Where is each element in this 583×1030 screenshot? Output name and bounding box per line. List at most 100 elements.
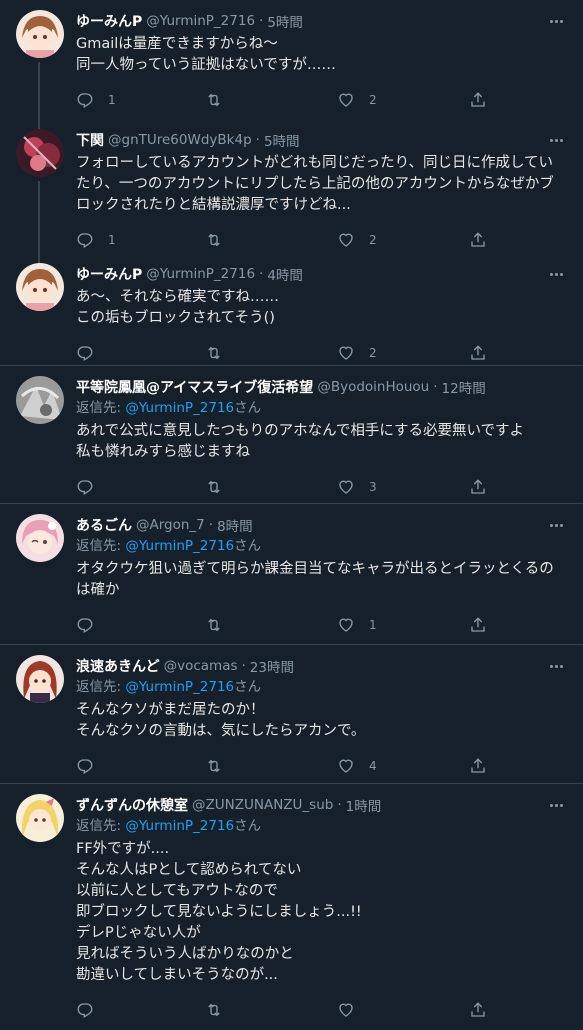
reply-button[interactable] (76, 616, 108, 634)
avatar[interactable] (16, 263, 64, 311)
avatar[interactable] (16, 129, 64, 177)
tweet-text: Gmailは量産できますからね〜 同一人物っていう証拠はないですが…… (76, 34, 567, 76)
separator-dot: · (433, 379, 438, 395)
avatar[interactable] (16, 794, 64, 842)
share-button[interactable] (469, 757, 487, 775)
like-button[interactable] (337, 1001, 369, 1019)
mention-link[interactable]: @YurminP_2716 (125, 538, 234, 554)
tweet[interactable]: ゆーみんP @YurminP_2716 · 5時間 Gmailは量産できますから… (0, 0, 583, 131)
avatar[interactable] (16, 514, 64, 562)
share-icon (471, 92, 485, 107)
retweet-button[interactable] (205, 91, 237, 109)
replying-label: 返信先: (76, 400, 122, 416)
user-handle[interactable]: @ZUNZUNANZU_sub (192, 797, 333, 813)
reply-button[interactable] (76, 1001, 108, 1019)
reply-button[interactable] (76, 344, 108, 362)
like-button[interactable]: 2 (337, 344, 377, 362)
share-button[interactable] (469, 344, 487, 362)
tweet-text: オタクウケ狙い過ぎて明らか課金目当てなキャラが出るとイラッとくるの は確か (76, 559, 567, 601)
like-button[interactable]: 2 (337, 91, 377, 109)
display-name[interactable]: 下関 (76, 130, 104, 150)
timestamp[interactable]: 5時間 (267, 11, 303, 31)
retweet-button[interactable] (205, 344, 237, 362)
share-button[interactable] (469, 616, 487, 634)
display-name[interactable]: 平等院鳳凰@アイマスライブ復活希望 (76, 377, 313, 397)
retweet-button[interactable] (205, 757, 237, 775)
reply-button[interactable]: 1 (76, 91, 116, 109)
like-button[interactable]: 1 (337, 616, 377, 634)
replying-to: 返信先: @YurminP_2716さん (76, 398, 567, 419)
retweet-icon (208, 346, 220, 360)
tweet[interactable]: 下関 @gnTUre60WdyBk4p · 5時間 フォローしているアカウントが… (0, 119, 583, 265)
more-icon[interactable] (545, 263, 567, 285)
reply-count: 1 (108, 93, 116, 107)
avatar[interactable] (16, 655, 64, 703)
reply-icon (77, 93, 93, 108)
mention-link[interactable]: @YurminP_2716 (125, 818, 234, 834)
like-count: 1 (369, 618, 377, 632)
replying-suffix: さん (234, 679, 262, 695)
like-count: 2 (369, 233, 377, 247)
display-name[interactable]: ゆーみんP (76, 11, 142, 31)
user-handle[interactable]: @Argon_7 (136, 517, 205, 533)
like-button[interactable]: 4 (337, 757, 377, 775)
more-icon[interactable] (545, 514, 567, 536)
more-icon[interactable] (545, 10, 567, 32)
tweet[interactable]: ゆーみんP @YurminP_2716 · 4時間 あ〜、それなら確実ですね……… (0, 253, 583, 366)
avatar[interactable] (16, 10, 64, 58)
timestamp[interactable]: 1時間 (346, 795, 382, 815)
mention-link[interactable]: @YurminP_2716 (125, 400, 234, 416)
display-name[interactable]: ずんずんの休憩室 (76, 795, 188, 815)
reply-button[interactable]: 1 (76, 231, 116, 249)
share-button[interactable] (469, 1001, 487, 1019)
display-name[interactable]: あるごん (76, 515, 132, 535)
tweet-text-line: 以前に人としてもアウトなので (76, 883, 278, 899)
timestamp[interactable]: 5時間 (264, 130, 300, 150)
reply-button[interactable] (76, 757, 108, 775)
tweet-text-line: 同一人物っていう証拠はないですが…… (76, 57, 336, 73)
replying-suffix: さん (234, 400, 262, 416)
like-button[interactable]: 2 (337, 231, 377, 249)
like-button[interactable]: 3 (337, 478, 377, 496)
separator-dot: · (259, 266, 264, 282)
display-name[interactable]: ゆーみんP (76, 264, 142, 284)
retweet-button[interactable] (205, 1001, 237, 1019)
timestamp[interactable]: 23時間 (250, 656, 294, 676)
user-handle[interactable]: @gnTUre60WdyBk4p (108, 132, 252, 148)
tweet-text-line: そんな人はPとして認められてない (76, 862, 302, 878)
share-icon (471, 1002, 485, 1017)
user-handle[interactable]: @YurminP_2716 (146, 13, 255, 29)
retweet-button[interactable] (205, 478, 237, 496)
avatar[interactable] (16, 376, 64, 424)
retweet-button[interactable] (205, 231, 237, 249)
user-handle[interactable]: @ByodoinHouou (317, 379, 429, 395)
heart-icon (339, 618, 353, 632)
timestamp[interactable]: 12時間 (442, 377, 486, 397)
display-name[interactable]: 浪速あきんど (76, 656, 160, 676)
tweet[interactable]: あるごん @Argon_7 · 8時間 返信先: @YurminP_2716さん… (0, 504, 583, 645)
action-bar: 4 (76, 746, 567, 786)
timestamp[interactable]: 8時間 (217, 515, 253, 535)
tweet[interactable]: 平等院鳳凰@アイマスライブ復活希望 @ByodoinHouou · 12時間 返… (0, 366, 583, 504)
reply-icon (77, 480, 93, 495)
reply-icon (77, 759, 93, 774)
tweet[interactable]: 浪速あきんど @vocamas · 23時間 返信先: @YurminP_271… (0, 645, 583, 784)
more-icon[interactable] (545, 794, 567, 816)
like-count: 2 (369, 346, 377, 360)
tweet[interactable]: ずんずんの休憩室 @ZUNZUNANZU_sub · 1時間 返信先: @Yur… (0, 784, 583, 1024)
heart-icon (339, 93, 353, 107)
mention-link[interactable]: @YurminP_2716 (125, 679, 234, 695)
more-icon[interactable] (545, 129, 567, 151)
more-icon[interactable] (545, 655, 567, 677)
share-button[interactable] (469, 231, 487, 249)
retweet-button[interactable] (205, 616, 237, 634)
reply-button[interactable] (76, 478, 108, 496)
user-handle[interactable]: @YurminP_2716 (146, 266, 255, 282)
share-button[interactable] (469, 478, 487, 496)
share-button[interactable] (469, 91, 487, 109)
replying-suffix: さん (234, 538, 262, 554)
tweet-text-line: オタクウケ狙い過ぎて明らか課金目当てなキャラが出るとイラッとくるの (76, 561, 554, 577)
reply-count: 1 (108, 233, 116, 247)
user-handle[interactable]: @vocamas (164, 658, 238, 674)
timestamp[interactable]: 4時間 (267, 264, 303, 284)
